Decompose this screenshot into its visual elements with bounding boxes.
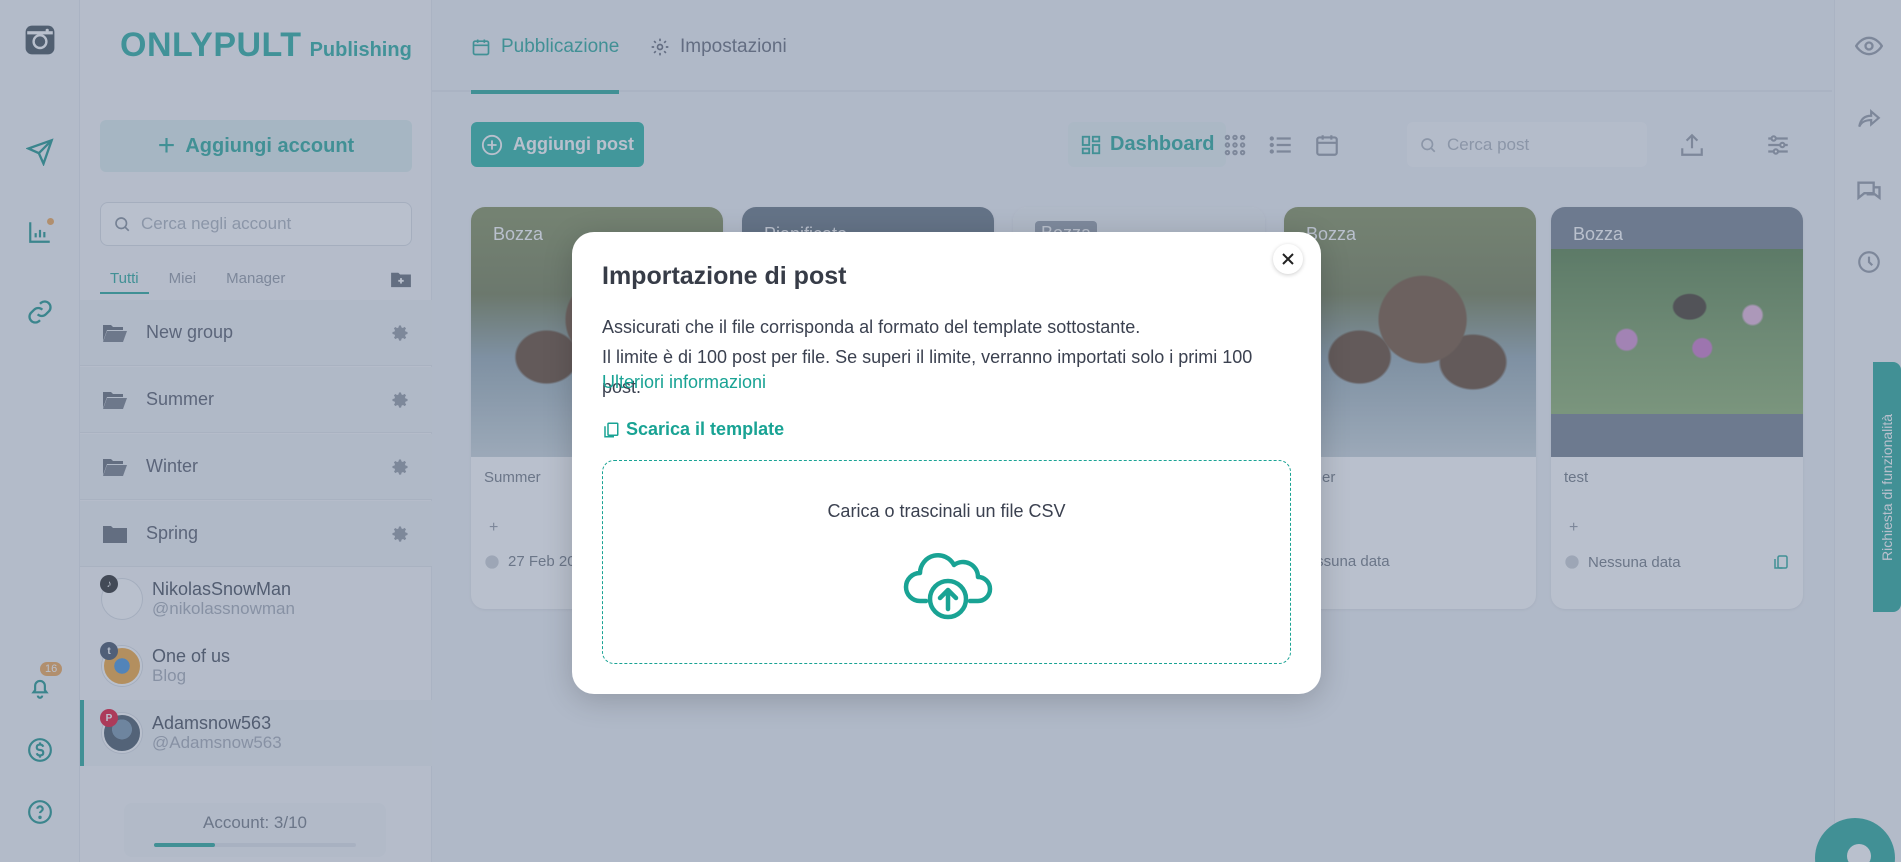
- import-posts-modal: Importazione di post Assicurati che il f…: [572, 232, 1321, 694]
- close-button[interactable]: [1273, 244, 1303, 274]
- close-icon: [1282, 253, 1294, 265]
- more-info-link[interactable]: Ulteriori informazioni: [602, 372, 766, 393]
- download-template-label: Scarica il template: [626, 419, 785, 439]
- copy-icon: [604, 422, 619, 437]
- modal-line-1: Assicurati che il file corrisponda al fo…: [602, 317, 1141, 337]
- download-template-link[interactable]: Scarica il template: [602, 419, 784, 440]
- csv-dropzone[interactable]: Carica o trascinali un file CSV: [602, 460, 1291, 664]
- modal-title: Importazione di post: [602, 262, 847, 290]
- cloud-upload-icon: [903, 553, 993, 620]
- dropzone-hint: Carica o trascinali un file CSV: [827, 501, 1066, 521]
